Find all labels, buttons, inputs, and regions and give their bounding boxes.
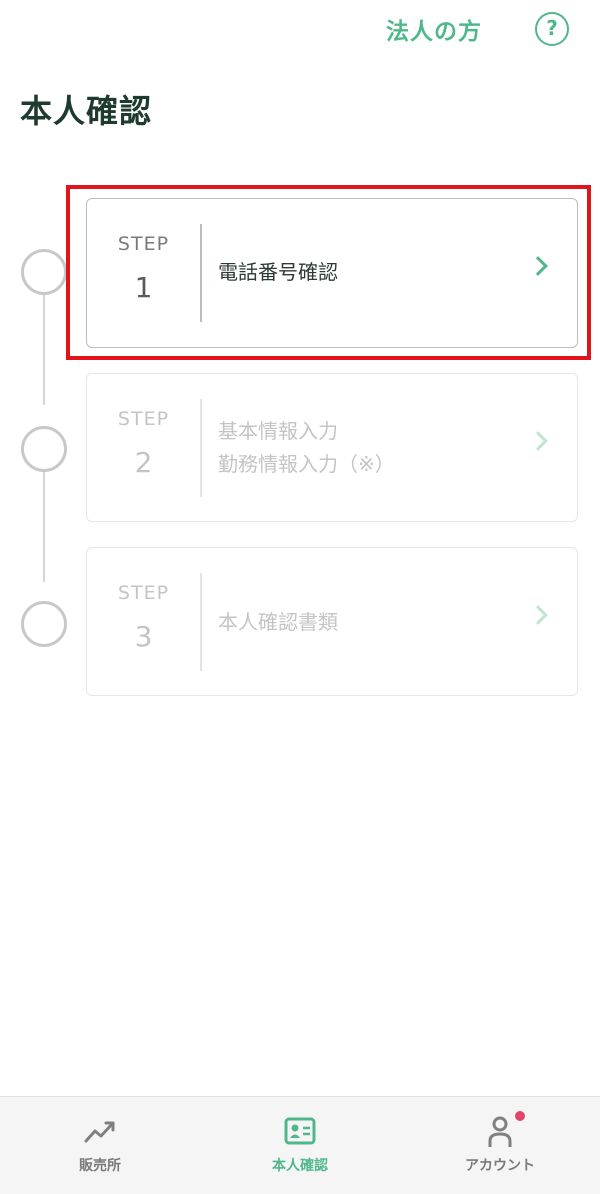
step-label: STEP bbox=[117, 582, 170, 604]
step-2-status-circle bbox=[21, 426, 67, 472]
bottom-tab-bar: 販売所 本人確認 アカウント bbox=[0, 1096, 600, 1194]
highlight-box bbox=[66, 185, 591, 360]
timeline-connector bbox=[43, 472, 45, 582]
id-card-icon bbox=[284, 1117, 316, 1145]
chevron-right-icon bbox=[528, 605, 548, 625]
tab-label: 本人確認 bbox=[272, 1158, 328, 1174]
step-2-card[interactable]: STEP 2 基本情報入力 勤務情報入力（※） bbox=[86, 373, 578, 522]
step-divider bbox=[200, 573, 202, 671]
step-3-status-circle bbox=[21, 601, 67, 647]
timeline-connector bbox=[43, 295, 45, 405]
trend-up-icon bbox=[84, 1121, 115, 1143]
page-title: 本人確認 bbox=[20, 92, 153, 130]
header: 法人の方 ? bbox=[0, 0, 600, 70]
step-divider bbox=[200, 399, 202, 497]
tab-account[interactable]: アカウント bbox=[400, 1097, 600, 1194]
step-3-card[interactable]: STEP 3 本人確認書類 bbox=[86, 547, 578, 696]
tab-identity-verification[interactable]: 本人確認 bbox=[200, 1097, 400, 1194]
step-title: 本人確認書類 bbox=[218, 610, 338, 634]
step-1-status-circle bbox=[21, 249, 67, 295]
chevron-right-icon bbox=[528, 431, 548, 451]
tab-sales[interactable]: 販売所 bbox=[0, 1097, 200, 1194]
user-icon bbox=[488, 1116, 512, 1147]
notification-badge bbox=[515, 1111, 525, 1121]
tab-label: 販売所 bbox=[79, 1158, 121, 1174]
step-title: 勤務情報入力（※） bbox=[218, 452, 395, 476]
tab-label: アカウント bbox=[465, 1158, 535, 1174]
step-number: 2 bbox=[134, 446, 153, 479]
corporate-link[interactable]: 法人の方 bbox=[386, 12, 482, 46]
step-label: STEP bbox=[117, 408, 170, 430]
step-number: 3 bbox=[134, 620, 153, 653]
step-title: 基本情報入力 bbox=[218, 419, 338, 443]
help-button[interactable]: ? bbox=[535, 12, 569, 46]
